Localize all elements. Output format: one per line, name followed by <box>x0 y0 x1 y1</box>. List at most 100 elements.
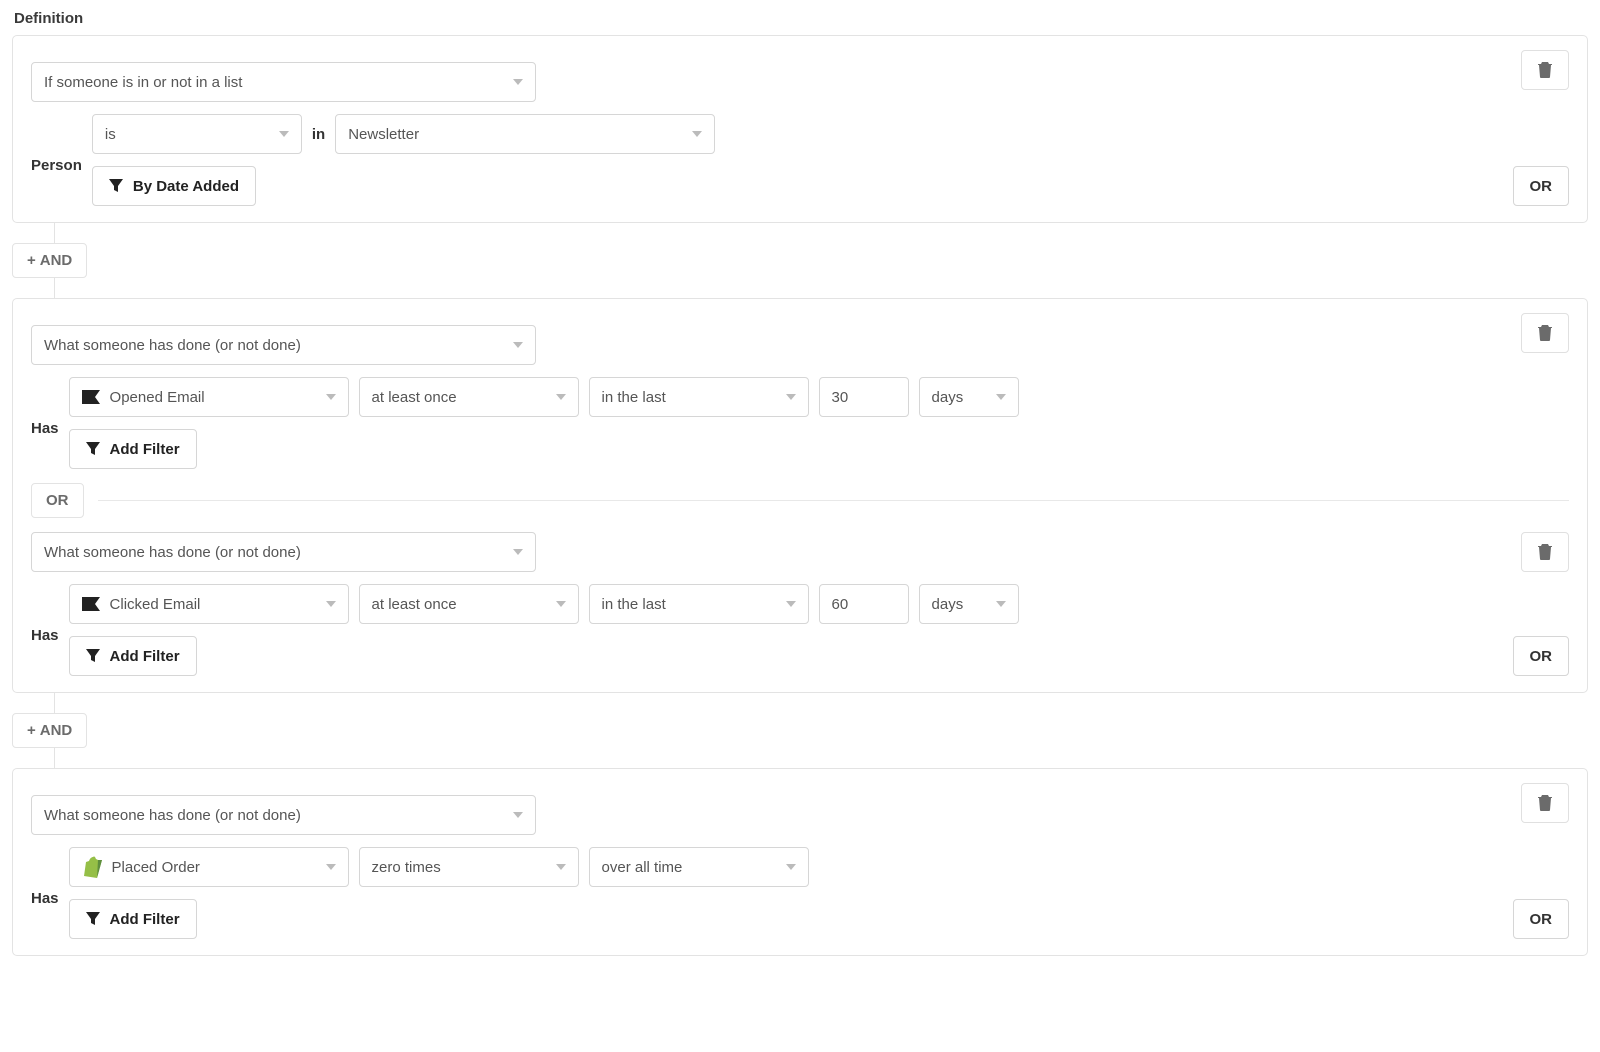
select-value: Placed Order <box>112 859 200 876</box>
connector-line <box>54 278 55 298</box>
person-operator-select[interactable]: is <box>92 114 302 154</box>
event-select[interactable]: Clicked Email <box>69 584 349 624</box>
section-title: Definition <box>14 10 1588 27</box>
has-label: Has <box>31 617 59 644</box>
trash-icon <box>1538 544 1552 560</box>
divider <box>98 500 1570 501</box>
chevron-down-icon <box>556 394 566 400</box>
select-value: If someone is in or not in a list <box>44 74 242 91</box>
select-value: Clicked Email <box>110 596 201 613</box>
select-value: in the last <box>602 596 666 613</box>
filter-icon <box>86 442 100 456</box>
chevron-down-icon <box>513 812 523 818</box>
connector-line <box>54 223 55 243</box>
chevron-down-icon <box>996 601 1006 607</box>
chevron-down-icon <box>556 601 566 607</box>
chevron-down-icon <box>996 394 1006 400</box>
button-label: AND <box>40 252 73 269</box>
delete-condition-button[interactable] <box>1521 532 1569 572</box>
chevron-down-icon <box>326 601 336 607</box>
select-value: What someone has done (or not done) <box>44 337 301 354</box>
button-label: Add Filter <box>110 441 180 458</box>
time-amount-input[interactable] <box>819 584 909 624</box>
klaviyo-flag-icon <box>82 390 100 404</box>
button-label: Add Filter <box>110 648 180 665</box>
select-value: in the last <box>602 389 666 406</box>
filter-icon <box>86 912 100 926</box>
has-label: Has <box>31 880 59 907</box>
chevron-down-icon <box>786 601 796 607</box>
delete-condition-button[interactable] <box>1521 313 1569 353</box>
time-amount-input[interactable] <box>819 377 909 417</box>
trash-icon <box>1538 62 1552 78</box>
filter-icon <box>109 179 123 193</box>
shopify-icon <box>82 856 102 878</box>
person-label: Person <box>31 147 82 174</box>
select-value: at least once <box>372 596 457 613</box>
and-button[interactable]: + AND <box>12 713 87 748</box>
select-value: Newsletter <box>348 126 419 143</box>
chevron-down-icon <box>326 394 336 400</box>
time-range-select[interactable]: in the last <box>589 584 809 624</box>
condition-type-select[interactable]: What someone has done (or not done) <box>31 795 536 835</box>
in-label: in <box>312 126 325 143</box>
connector-line <box>54 693 55 713</box>
time-range-select[interactable]: in the last <box>589 377 809 417</box>
select-value: days <box>932 596 964 613</box>
time-range-select[interactable]: over all time <box>589 847 809 887</box>
delete-condition-button[interactable] <box>1521 783 1569 823</box>
button-label: OR <box>1530 178 1553 195</box>
time-unit-select[interactable]: days <box>919 584 1019 624</box>
frequency-select[interactable]: at least once <box>359 584 579 624</box>
condition-type-select[interactable]: What someone has done (or not done) <box>31 325 536 365</box>
list-select[interactable]: Newsletter <box>335 114 715 154</box>
select-value: zero times <box>372 859 441 876</box>
select-value: at least once <box>372 389 457 406</box>
condition-type-select[interactable]: What someone has done (or not done) <box>31 532 536 572</box>
add-filter-button[interactable]: Add Filter <box>69 636 197 676</box>
plus-icon: + <box>27 252 36 269</box>
frequency-select[interactable]: at least once <box>359 377 579 417</box>
select-value: Opened Email <box>110 389 205 406</box>
condition-group: What someone has done (or not done) Has … <box>12 298 1588 693</box>
by-date-added-button[interactable]: By Date Added <box>92 166 256 206</box>
time-unit-select[interactable]: days <box>919 377 1019 417</box>
condition-type-select[interactable]: If someone is in or not in a list <box>31 62 536 102</box>
select-value: over all time <box>602 859 683 876</box>
chevron-down-icon <box>326 864 336 870</box>
select-value: days <box>932 389 964 406</box>
or-button[interactable]: OR <box>1513 166 1570 206</box>
condition-group: If someone is in or not in a list Person… <box>12 35 1588 223</box>
condition-group: What someone has done (or not done) Has … <box>12 768 1588 956</box>
chevron-down-icon <box>786 394 796 400</box>
connector-line <box>54 748 55 768</box>
delete-condition-button[interactable] <box>1521 50 1569 90</box>
or-button[interactable]: OR <box>1513 899 1570 939</box>
select-value: What someone has done (or not done) <box>44 807 301 824</box>
filter-icon <box>86 649 100 663</box>
chevron-down-icon <box>513 549 523 555</box>
select-value: is <box>105 126 116 143</box>
klaviyo-flag-icon <box>82 597 100 611</box>
and-button[interactable]: + AND <box>12 243 87 278</box>
plus-icon: + <box>27 722 36 739</box>
chevron-down-icon <box>513 342 523 348</box>
chevron-down-icon <box>692 131 702 137</box>
button-label: OR <box>1530 911 1553 928</box>
chevron-down-icon <box>556 864 566 870</box>
add-filter-button[interactable]: Add Filter <box>69 899 197 939</box>
frequency-select[interactable]: zero times <box>359 847 579 887</box>
has-label: Has <box>31 410 59 437</box>
chevron-down-icon <box>513 79 523 85</box>
trash-icon <box>1538 325 1552 341</box>
button-label: Add Filter <box>110 911 180 928</box>
trash-icon <box>1538 795 1552 811</box>
event-select[interactable]: Opened Email <box>69 377 349 417</box>
add-filter-button[interactable]: Add Filter <box>69 429 197 469</box>
button-label: AND <box>40 722 73 739</box>
button-label: By Date Added <box>133 178 239 195</box>
chevron-down-icon <box>786 864 796 870</box>
chevron-down-icon <box>279 131 289 137</box>
or-separator: OR <box>31 483 84 518</box>
event-select[interactable]: Placed Order <box>69 847 349 887</box>
